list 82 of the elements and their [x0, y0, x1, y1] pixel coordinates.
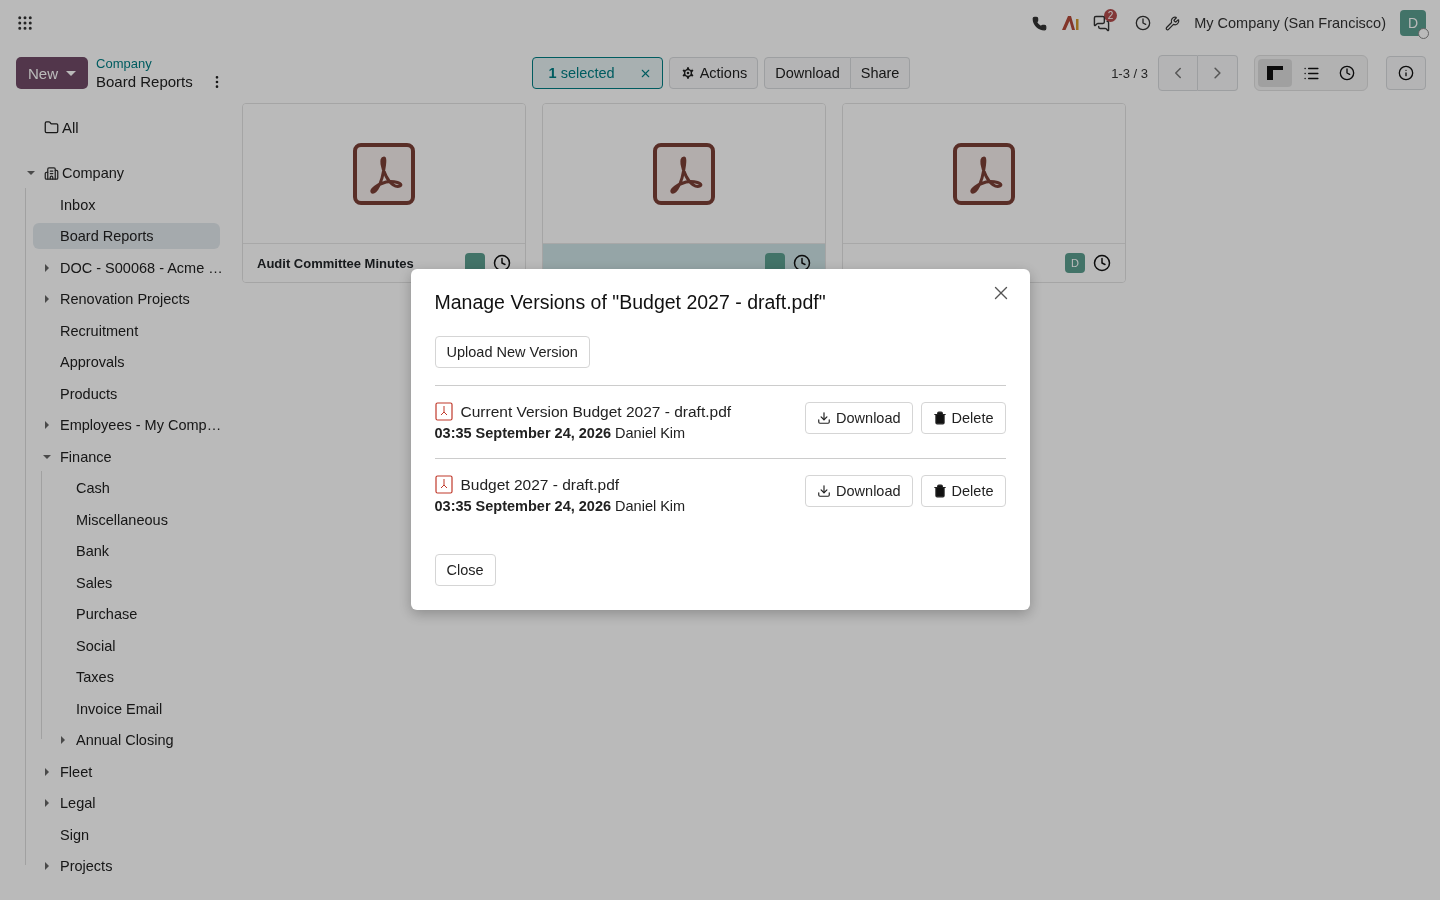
info-button[interactable]	[1386, 56, 1426, 90]
caret-icon[interactable]	[43, 454, 51, 459]
pdf-file-icon	[434, 402, 453, 421]
actions-button[interactable]: Actions	[668, 57, 759, 89]
all-folders-item[interactable]: All	[62, 118, 79, 136]
message-count-badge: 2	[1103, 8, 1118, 22]
ai-logo-icon[interactable]	[1060, 15, 1079, 31]
clock-icon	[1339, 65, 1355, 81]
folder-item[interactable]: Recruitment	[33, 317, 220, 344]
chat-icon[interactable]	[1092, 14, 1110, 32]
apps-menu-icon[interactable]	[16, 14, 34, 32]
folder-item[interactable]: Products	[33, 380, 220, 407]
company-switcher[interactable]: My Company (San Francisco)	[1194, 15, 1386, 31]
folder-item[interactable]: Purchase	[49, 601, 220, 627]
folder-item[interactable]: Legal	[33, 790, 220, 816]
clock-icon[interactable]	[1093, 254, 1111, 272]
folder-item[interactable]: Annual Closing	[49, 727, 220, 753]
clock-icon[interactable]	[793, 254, 811, 272]
new-button[interactable]: New	[16, 57, 88, 89]
version-name: Current Version Budget 2027 - draft.pdf	[460, 402, 732, 421]
folder-item[interactable]: Board Reports	[33, 223, 220, 249]
folder-item[interactable]: Sales	[49, 569, 220, 596]
view-button[interactable]	[1258, 59, 1292, 87]
download-button[interactable]: Download	[805, 402, 913, 434]
caret-icon[interactable]	[27, 171, 35, 175]
caret-icon[interactable]	[45, 295, 49, 303]
caret-icon[interactable]	[45, 862, 49, 870]
caret-icon[interactable]	[45, 263, 49, 272]
upload-button[interactable]: Upload New Version	[434, 336, 590, 368]
folder-item[interactable]: DOC - S00068 - Acme …	[33, 254, 220, 281]
pager-value[interactable]: 1-3 / 3	[1111, 65, 1148, 81]
delete-button[interactable]: Delete	[920, 475, 1006, 507]
folder-item[interactable]: Approvals	[33, 349, 220, 375]
caret-icon[interactable]	[45, 421, 49, 429]
info-icon	[1398, 65, 1414, 81]
folder-item[interactable]: Finance	[33, 443, 220, 470]
dialog-title: Manage Versions of "Budget 2027 - draft.pdf"	[434, 291, 826, 314]
trash-icon	[932, 411, 947, 425]
trash-icon	[932, 484, 947, 498]
caret-icon[interactable]	[61, 736, 65, 744]
pdf-file-icon	[352, 141, 416, 206]
delete-button[interactable]: Delete	[920, 402, 1006, 434]
folder-item[interactable]: Renovation Projects	[33, 286, 220, 312]
folder-item[interactable]: Employees - My Comp…	[33, 412, 220, 438]
close-button[interactable]: Close	[434, 554, 496, 586]
phone-icon[interactable]	[1031, 15, 1047, 31]
owner-avatar: D	[1065, 253, 1085, 273]
pdf-file-icon	[952, 141, 1016, 206]
toolbar-button[interactable]: Share	[850, 57, 911, 89]
folder-item[interactable]: Company	[17, 160, 220, 186]
selected-count: 1 selected	[548, 65, 615, 81]
toolbar-button[interactable]: Download	[764, 57, 851, 89]
folder-item[interactable]: Invoice Email	[49, 695, 220, 722]
breadcrumb-link[interactable]: Company	[96, 55, 225, 73]
tools-icon[interactable]	[1165, 15, 1181, 31]
document-title: Audit Committee Minutes	[257, 255, 414, 271]
folder-item[interactable]: Bank	[49, 538, 220, 564]
pdf-file-icon	[434, 475, 453, 494]
folder-item[interactable]: Miscellaneous	[49, 506, 220, 533]
folder-item[interactable]: Cash	[49, 475, 220, 501]
document-card[interactable]: Audit Committee Minutes	[242, 103, 526, 283]
version-name: Budget 2027 - draft.pdf	[460, 475, 620, 494]
version-meta: 03:35 September 24, 2026 Daniel Kim	[434, 425, 687, 441]
gear-icon	[679, 65, 696, 81]
folder-item[interactable]: Inbox	[33, 191, 220, 218]
folder-item[interactable]: Taxes	[49, 664, 220, 690]
download-icon	[817, 411, 832, 425]
download-button[interactable]: Download	[805, 475, 913, 507]
clock-icon[interactable]	[493, 254, 511, 272]
page-title: Board Reports	[96, 73, 193, 91]
caret-icon[interactable]	[45, 799, 49, 807]
folder-item[interactable]: Social	[49, 632, 220, 659]
folder-icon	[44, 119, 59, 135]
kanban-view-icon	[1267, 66, 1283, 80]
download-icon	[817, 484, 832, 498]
folder-item[interactable]: Fleet	[33, 758, 220, 785]
caret-icon[interactable]	[45, 767, 49, 776]
folder-item[interactable]: Sign	[33, 821, 220, 848]
pdf-file-icon	[652, 141, 716, 206]
clock-icon[interactable]	[1135, 15, 1152, 31]
version-meta: 03:35 September 24, 2026 Daniel Kim	[434, 498, 686, 514]
folder-item[interactable]: Projects	[33, 853, 220, 879]
